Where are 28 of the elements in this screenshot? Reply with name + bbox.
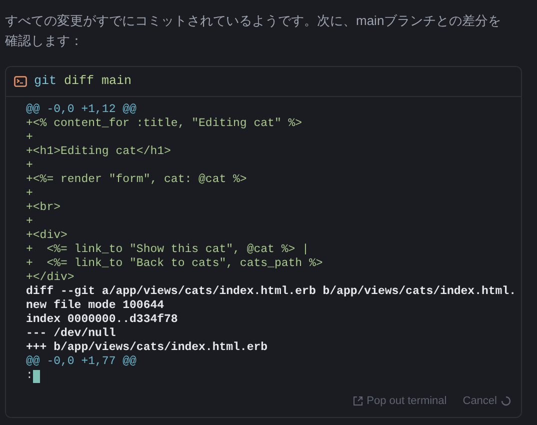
code-line: + (26, 187, 33, 200)
code-line: +</div> (26, 271, 74, 284)
code-line: +++ b/app/views/cats/index.html.erb (26, 341, 268, 354)
spinner-icon (501, 396, 511, 406)
code-line: +<% content_for :title, "Editing cat" %> (26, 117, 302, 130)
terminal-icon (14, 76, 27, 87)
code-line: + (26, 131, 33, 144)
code-line: +<%= render "form", cat: @cat %> (26, 173, 247, 186)
command-text: git diff main (34, 73, 132, 90)
code-line: index 0000000..d334f78 (26, 313, 178, 326)
cursor (32, 370, 40, 382)
code-line: +<br> (26, 201, 61, 214)
code-line: @@ -0,0 +1,77 @@ (26, 355, 136, 368)
code-line: diff --git a/app/views/cats/index.html.erb b/app/views/cats/index.html. (26, 285, 516, 298)
cancel-button[interactable]: Cancel (462, 392, 511, 409)
code-line: : (26, 369, 33, 383)
code-line: + <%= link_to "Show this cat", @cat %> | (26, 243, 309, 256)
code-line: +<h1>Editing cat</h1> (26, 145, 171, 158)
code-line: + <%= link_to "Back to cats", cats_path %> (26, 257, 323, 270)
message-text: すべての変更がすでにコミットされているようです。次に、mainブランチとの差分を確認します： (5, 12, 502, 50)
code-line: + (26, 159, 33, 172)
code-line: --- /dev/null (26, 327, 116, 340)
external-link-icon (352, 396, 363, 406)
code-line: @@ -0,0 +1,12 @@ (26, 103, 136, 116)
pop-out-button[interactable]: Pop out terminal (352, 392, 447, 409)
code-line: +<div> (26, 229, 68, 242)
code-line: new file mode 100644 (26, 299, 164, 312)
code-line: + (26, 215, 33, 228)
